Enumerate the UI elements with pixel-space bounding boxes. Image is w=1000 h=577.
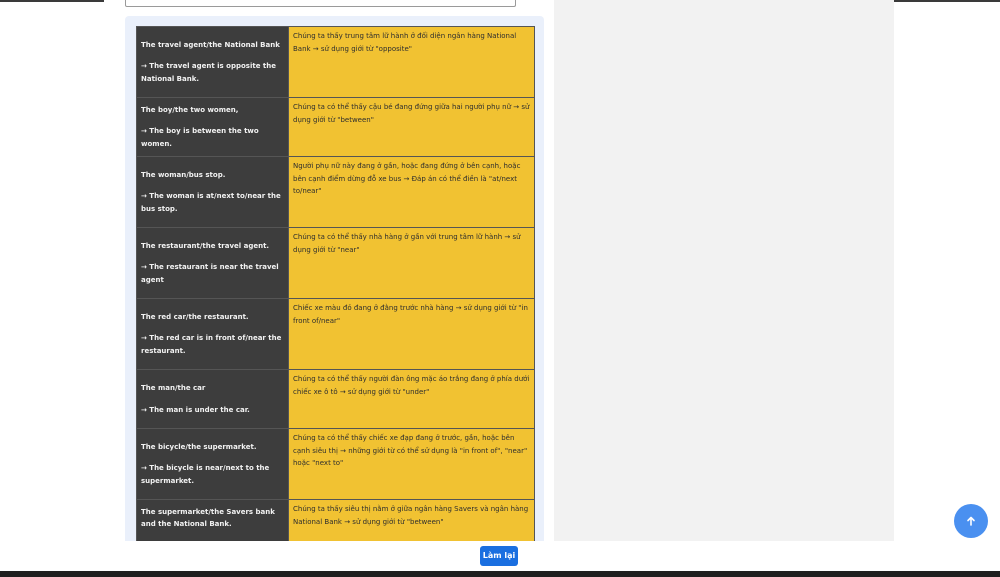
arrow-up-icon (967, 516, 975, 526)
table-row: The restaurant/the travel agent. → The r… (136, 227, 535, 299)
table-row: The supermarket/the Savers bank and the … (136, 499, 535, 546)
question-cell: The red car/the restaurant. → The red ca… (136, 298, 289, 370)
table-row: The bicycle/the supermarket. → The bicyc… (136, 428, 535, 500)
explanation-cell: Chúng ta thấy siêu thị nằm ở giữa ngân h… (288, 499, 535, 546)
explanation-cell: Chúng ta có thể thấy nhà hàng ở gần với … (288, 227, 535, 299)
question-pair: The woman/bus stop. (141, 170, 226, 179)
question-cell: The travel agent/the National Bank → The… (136, 26, 289, 98)
question-pair: The red car/the restaurant. (141, 312, 249, 321)
answer-sentence: → The red car is in front of/near the re… (141, 334, 282, 355)
question-cell: The woman/bus stop. → The woman is at/ne… (136, 156, 289, 228)
answer-table: The travel agent/the National Bank → The… (136, 26, 535, 546)
table-row: The boy/the two women, → The boy is betw… (136, 97, 535, 157)
bottom-strip (0, 571, 1000, 577)
explanation-cell: Chúng ta có thể thấy người đàn ông mặc á… (288, 369, 535, 429)
question-pair: The supermarket/the Savers bank and the … (141, 507, 275, 529)
question-cell: The man/the car → The man is under the c… (136, 369, 289, 429)
explanation-cell: Người phụ nữ này đang ở gần, hoặc đang đ… (288, 156, 535, 228)
answer-sentence: → The man is under the car. (141, 405, 250, 414)
scroll-to-top-button[interactable] (954, 504, 988, 538)
explanation-cell: Chúng ta có thể thấy cậu bé đang đứng gi… (288, 97, 535, 157)
explanation-cell: Chúng ta có thể thấy chiếc xe đạp đang ở… (288, 428, 535, 500)
table-row: The travel agent/the National Bank → The… (136, 26, 535, 98)
explanation-cell: Chúng ta thấy trung tâm lữ hành ở đối di… (288, 26, 535, 98)
retry-button[interactable]: Làm lại (480, 546, 518, 566)
question-cell: The boy/the two women, → The boy is betw… (136, 97, 289, 157)
answer-sentence: → The restaurant is near the travel agen… (141, 263, 279, 284)
question-pair: The travel agent/the National Bank (141, 40, 280, 49)
table-row: The red car/the restaurant. → The red ca… (136, 298, 535, 370)
table-row: The man/the car → The man is under the c… (136, 369, 535, 429)
question-cell: The bicycle/the supermarket. → The bicyc… (136, 428, 289, 500)
question-cell: The restaurant/the travel agent. → The r… (136, 227, 289, 299)
answer-sentence: → The woman is at/next to/near the bus s… (141, 192, 281, 213)
question-pair: The boy/the two women, (141, 105, 239, 114)
answer-input-box[interactable] (125, 0, 516, 7)
answer-sentence: → The boy is between the two women. (141, 127, 259, 148)
table-row: The woman/bus stop. → The woman is at/ne… (136, 156, 535, 228)
question-pair: The man/the car (141, 384, 206, 392)
question-cell: The supermarket/the Savers bank and the … (136, 499, 289, 546)
answer-sentence: → The travel agent is opposite the Natio… (141, 62, 276, 83)
question-pair: The bicycle/the supermarket. (141, 442, 257, 451)
question-pair: The restaurant/the travel agent. (141, 241, 270, 250)
answer-sentence: → The bicycle is near/next to the superm… (141, 464, 270, 485)
explanation-cell: Chiếc xe màu đỏ đang ở đằng trước nhà hà… (288, 298, 535, 370)
